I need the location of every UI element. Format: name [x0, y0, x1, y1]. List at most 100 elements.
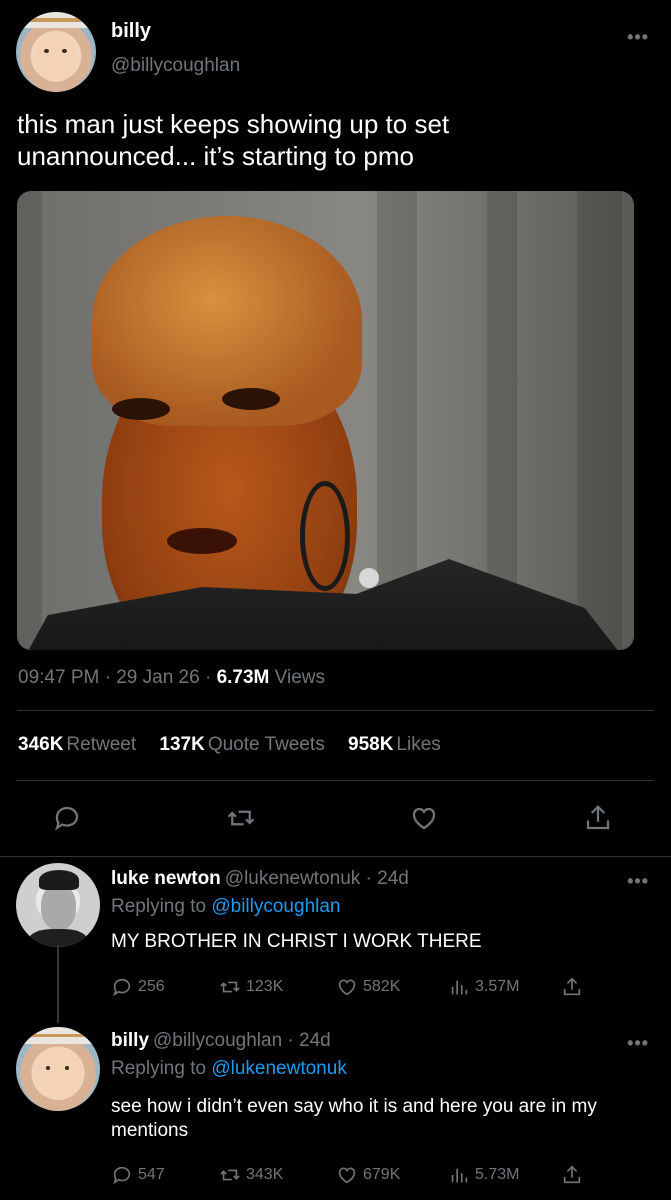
- author-handle[interactable]: @billycoughlan: [111, 55, 240, 77]
- main-tweet: billy @billycoughlan ••• this man just k…: [0, 0, 671, 857]
- reply-author-handle[interactable]: @lukenewtonuk: [225, 868, 360, 889]
- reply-text: see how i didn’t even say who it is and …: [111, 1096, 597, 1141]
- avatar-hair: [38, 869, 79, 890]
- meta-separator: ·: [282, 1030, 300, 1051]
- quotes-stat[interactable]: 137K Quote Tweets: [159, 734, 324, 755]
- retweets-count: 346K: [18, 734, 64, 755]
- likes-stat[interactable]: 958K Likes: [348, 734, 441, 755]
- share-action[interactable]: [561, 1164, 583, 1186]
- retweet-icon: [220, 1169, 240, 1181]
- share-icon: [563, 1165, 581, 1184]
- reply-header: billy @billycoughlan · 24d: [111, 1030, 331, 1052]
- reply-actions: 256 123K 582K 3.57M: [111, 976, 591, 1002]
- tweet-stats: 346K Retweet 137K Quote Tweets 958K Likes: [18, 734, 459, 756]
- shirt-button: [359, 568, 379, 588]
- retweet-icon[interactable]: [226, 803, 256, 833]
- views-icon: [451, 980, 468, 995]
- views-count: 5.73M: [475, 1166, 520, 1183]
- baby-eye-left: [44, 49, 49, 54]
- meta-separator: ·: [204, 667, 217, 688]
- retweets-stat[interactable]: 346K Retweet: [18, 734, 136, 755]
- more-icon[interactable]: •••: [627, 28, 649, 46]
- reply-avatar[interactable]: [16, 863, 100, 947]
- reply-icon: [113, 1166, 131, 1185]
- likes-count: 958K: [348, 734, 394, 755]
- author-name[interactable]: billy: [111, 20, 151, 43]
- heart-icon: [338, 1167, 356, 1184]
- views-icon: [451, 1168, 468, 1183]
- like-count: 679K: [363, 1166, 401, 1183]
- reply-actions: 547 343K 679K 5.73M: [111, 1164, 591, 1190]
- divider: [0, 856, 671, 857]
- quotes-label: Quote Tweets: [207, 734, 325, 755]
- replying-label: Replying to: [111, 1058, 207, 1079]
- baby-eye-left: [45, 1066, 51, 1071]
- reply-age: 24d: [299, 1030, 331, 1051]
- reply-count: 256: [138, 978, 165, 995]
- heart-icon: [338, 979, 356, 996]
- divider: [17, 710, 654, 711]
- views-action[interactable]: 3.57M: [448, 976, 519, 998]
- curtain-fold: [577, 191, 622, 650]
- woman-eye-right: [222, 388, 280, 410]
- tweet-text: this man just keeps showing up to set un…: [17, 109, 450, 171]
- tweet-meta: 09:47 PM · 29 Jan 26 · 6.73M Views: [18, 667, 325, 689]
- share-icon: [563, 977, 581, 996]
- baby-face: [33, 32, 79, 82]
- views-count: 3.57M: [475, 978, 520, 995]
- likes-label: Likes: [396, 734, 441, 755]
- like-action[interactable]: 582K: [336, 976, 400, 998]
- views-label: Views: [274, 667, 326, 688]
- like-count: 582K: [363, 978, 401, 995]
- reply-text: MY BROTHER IN CHRIST I WORK THERE: [111, 931, 482, 952]
- baby-face: [34, 1048, 82, 1101]
- replying-label: Replying to: [111, 896, 207, 917]
- views-action[interactable]: 5.73M: [448, 1164, 519, 1186]
- tweet-time: 09:47 PM: [18, 667, 100, 688]
- replying-to-handle[interactable]: @billycoughlan: [211, 896, 340, 917]
- heart-icon[interactable]: [409, 803, 439, 833]
- woman-mouth: [167, 528, 237, 554]
- baby-eye-right: [62, 49, 67, 54]
- retweet-count: 123K: [246, 978, 284, 995]
- baby-hat-stripe: [16, 18, 96, 22]
- replying-to: Replying to @billycoughlan: [111, 896, 340, 918]
- reply-age: 24d: [377, 868, 409, 889]
- reply-action[interactable]: 547: [111, 1164, 165, 1186]
- meta-separator: ·: [104, 667, 117, 688]
- more-icon[interactable]: •••: [627, 872, 649, 890]
- quotes-count: 137K: [159, 734, 205, 755]
- retweet-icon: [220, 981, 240, 993]
- reply-icon: [113, 978, 131, 997]
- reply-author-name[interactable]: luke newton: [111, 868, 221, 889]
- views-count: 6.73M: [216, 667, 270, 688]
- more-icon[interactable]: •••: [627, 1034, 649, 1052]
- baby-hat-stripe: [16, 1033, 100, 1038]
- retweet-action[interactable]: 123K: [219, 976, 283, 998]
- divider: [17, 780, 654, 781]
- hoop-earring: [300, 481, 350, 591]
- reply-icon[interactable]: [52, 803, 82, 833]
- reply-action[interactable]: 256: [111, 976, 165, 998]
- avatar-face: [41, 884, 77, 931]
- reply-header: luke newton @lukenewtonuk · 24d: [111, 868, 409, 890]
- share-icon[interactable]: [583, 803, 613, 833]
- retweets-label: Retweet: [66, 734, 137, 755]
- tweet-media[interactable]: [17, 191, 634, 650]
- replying-to-handle[interactable]: @lukenewtonuk: [211, 1058, 346, 1079]
- share-action[interactable]: [561, 976, 583, 998]
- meta-separator: ·: [360, 868, 378, 889]
- retweet-action[interactable]: 343K: [219, 1164, 283, 1186]
- reply-avatar[interactable]: [16, 1027, 100, 1111]
- reply-count: 547: [138, 1166, 165, 1183]
- retweet-count: 343K: [246, 1166, 284, 1183]
- thread-line: [57, 945, 59, 1023]
- main-avatar[interactable]: [16, 12, 96, 92]
- like-action[interactable]: 679K: [336, 1164, 400, 1186]
- reply-author-handle[interactable]: @billycoughlan: [153, 1030, 282, 1051]
- replying-to: Replying to @lukenewtonuk: [111, 1058, 347, 1080]
- baby-eye-right: [64, 1066, 70, 1071]
- curtain-fold: [17, 191, 42, 650]
- tweet-date: 29 Jan 26: [116, 667, 200, 688]
- reply-author-name[interactable]: billy: [111, 1030, 149, 1051]
